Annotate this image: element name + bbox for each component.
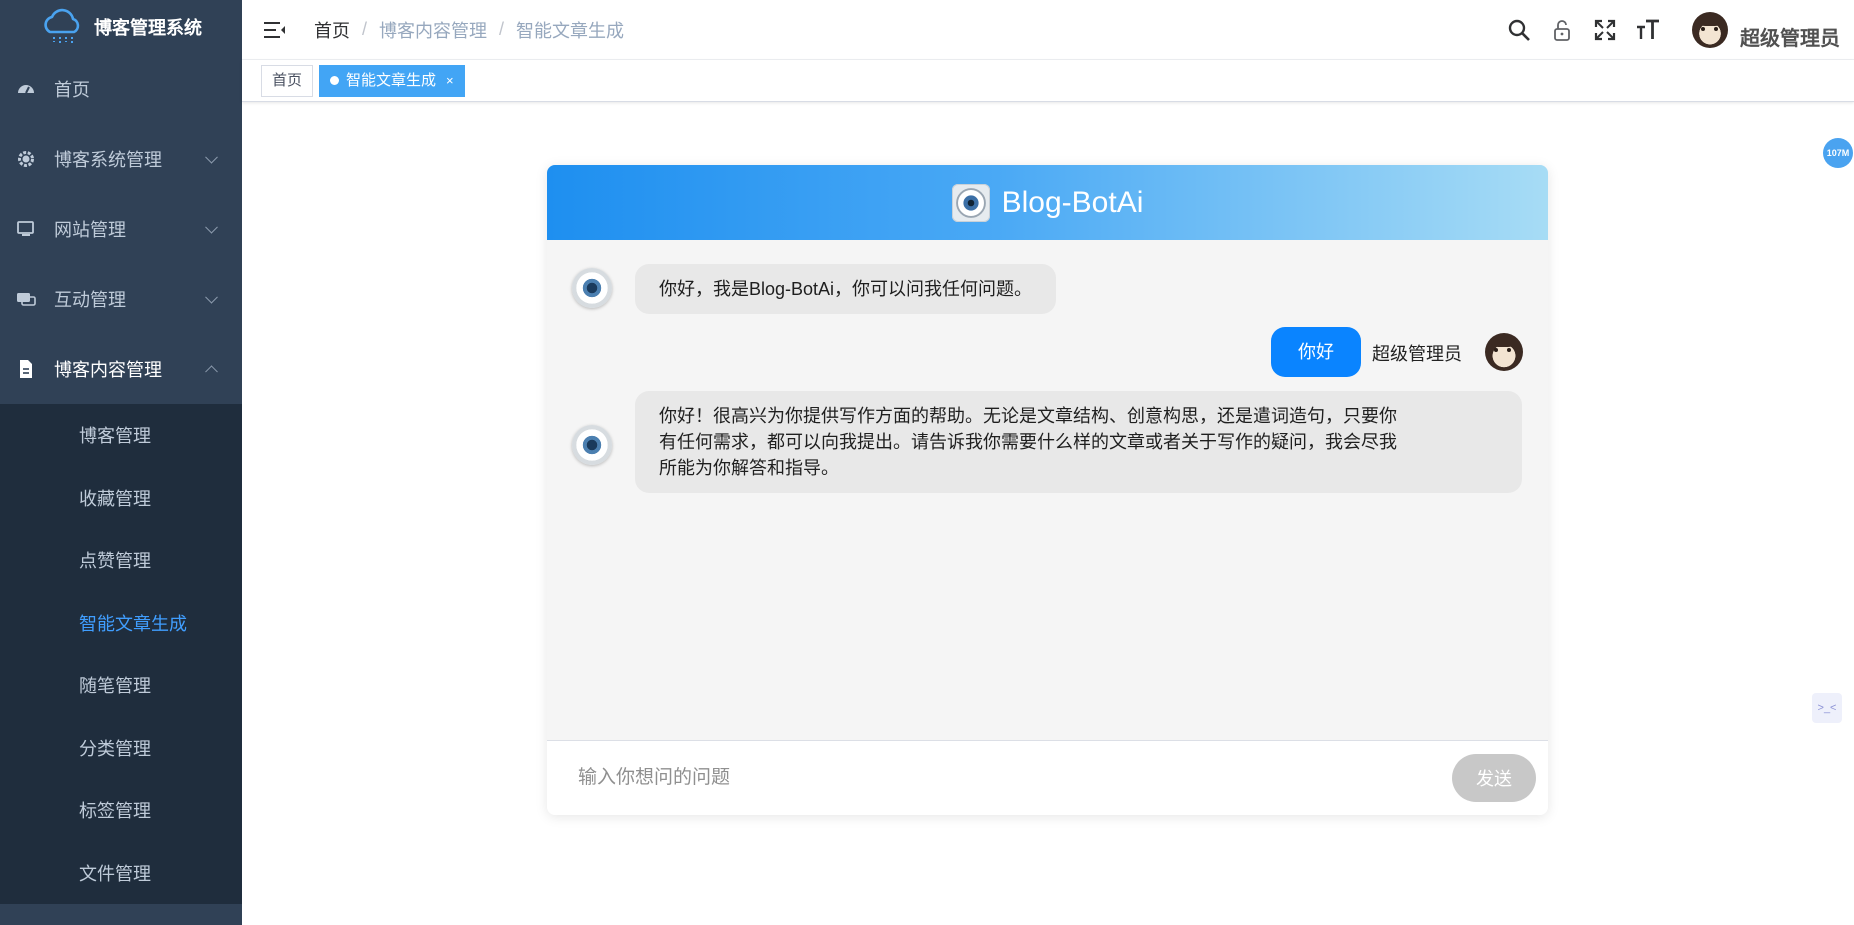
message-line: 你好！很高兴为你提供写作方面的帮助。无论是文章结构、创意构思，还是遣词造句，只要… [659,406,1397,426]
bot-logo-icon [951,183,990,222]
sidebar-item-blog-content[interactable]: 博客内容管理 [0,334,242,404]
search-icon[interactable] [1507,18,1531,42]
sidebar-item-label: 博客内容管理 [54,360,162,380]
sidebar-subitem-ai-article[interactable]: 智能文章生成 [0,592,242,655]
active-dot-icon [330,76,340,85]
sidebar-item-label: 网站管理 [54,220,126,240]
memory-badge[interactable]: 107M [1823,138,1853,168]
question-input[interactable] [578,767,1452,789]
chat-messages: 你好，我是Blog-BotAi，你可以问我任何问题。 你好 超级管理员 你好！很… [547,240,1548,740]
sidebar-subitem-favorites[interactable]: 收藏管理 [0,467,242,530]
sidebar: 博客管理系统 首页 博客系统管理 网站管理 互动管理 博客内容管理 博客管理 收… [0,0,242,925]
user-menu[interactable]: 超级管理员 [1692,10,1840,51]
sidebar-item-blog-system[interactable]: 博客系统管理 [0,124,242,194]
chevron-up-icon [205,365,218,379]
avatar [1485,333,1523,371]
assistant-widget-icon[interactable]: >_< [1812,693,1842,723]
monitor-icon [16,219,36,239]
menu-fold-icon[interactable] [264,21,286,39]
chat-icon [16,289,36,309]
breadcrumb-blog-content: 博客内容管理 [379,20,488,41]
chevron-down-icon [205,220,218,234]
chat-input-bar: 发送 [547,740,1548,815]
app-title: 博客管理系统 [94,18,202,38]
tags-view: 首页 智能文章生成 × [242,60,1854,102]
chat-card: Blog-BotAi 你好，我是Blog-BotAi，你可以问我任何问题。 你好… [547,165,1548,815]
cloud-logo-icon [40,6,84,48]
message-text: 你好 [1298,342,1334,362]
app-logo[interactable]: 博客管理系统 [0,0,242,54]
sidebar-item-interaction[interactable]: 互动管理 [0,264,242,334]
breadcrumb-home[interactable]: 首页 [314,17,350,43]
avatar [1692,12,1728,48]
document-icon [16,359,36,379]
tab-ai-article[interactable]: 智能文章生成 × [319,64,465,97]
message-text: 你好，我是Blog-BotAi，你可以问我任何问题。 [659,279,1033,299]
sidebar-subitem-categories[interactable]: 分类管理 [0,717,242,780]
chat-title: Blog-BotAi [1001,185,1144,219]
sidebar-subitem-blog[interactable]: 博客管理 [0,404,242,467]
sidebar-item-label: 互动管理 [54,290,126,310]
navbar-actions: 超级管理员 [1488,0,1840,60]
breadcrumb-separator: / [499,19,505,39]
bot-avatar-icon [572,268,612,308]
user-message: 你好 [1271,327,1361,377]
user-name: 超级管理员 [1740,27,1840,50]
sidebar-item-home[interactable]: 首页 [0,54,242,124]
message-line: 所能为你解答和指导。 [659,458,839,478]
chat-header: Blog-BotAi [547,165,1548,240]
tab-home[interactable]: 首页 [261,64,314,97]
chevron-down-icon [205,290,218,304]
lock-icon[interactable] [1550,18,1574,42]
bot-message: 你好！很高兴为你提供写作方面的帮助。无论是文章结构、创意构思，还是遣词造句，只要… [635,391,1522,493]
breadcrumb: 首页 / 博客内容管理 / 智能文章生成 [314,17,624,43]
submenu-blog-content: 博客管理 收藏管理 点赞管理 智能文章生成 随笔管理 分类管理 标签管理 文件管… [0,404,242,904]
sidebar-item-website[interactable]: 网站管理 [0,194,242,264]
breadcrumb-separator: / [362,19,368,39]
close-icon[interactable]: × [446,66,454,96]
tab-label: 首页 [272,71,303,89]
sidebar-item-label: 博客系统管理 [54,150,162,170]
sidebar-subitem-essays[interactable]: 随笔管理 [0,654,242,717]
sidebar-subitem-files[interactable]: 文件管理 [0,842,242,905]
fullscreen-icon[interactable] [1593,18,1617,42]
bot-avatar-icon [572,425,612,465]
sidebar-subitem-likes[interactable]: 点赞管理 [0,529,242,592]
gear-icon [16,149,36,169]
bot-message: 你好，我是Blog-BotAi，你可以问我任何问题。 [635,264,1057,314]
dashboard-icon [16,79,36,99]
chevron-down-icon [205,150,218,164]
breadcrumb-current: 智能文章生成 [516,20,625,41]
send-button[interactable]: 发送 [1452,754,1536,802]
tab-label: 智能文章生成 [346,71,437,89]
sidebar-item-label: 首页 [54,80,90,100]
message-sender-name: 超级管理员 [1372,344,1462,364]
font-size-icon[interactable] [1636,18,1660,42]
sidebar-subitem-tags[interactable]: 标签管理 [0,779,242,842]
message-line: 有任何需求，都可以向我提出。请告诉我你需要什么样的文章或者关于写作的疑问，我会尽… [659,432,1397,452]
top-navbar: 首页 / 博客内容管理 / 智能文章生成 超级管理员 [242,0,1854,60]
